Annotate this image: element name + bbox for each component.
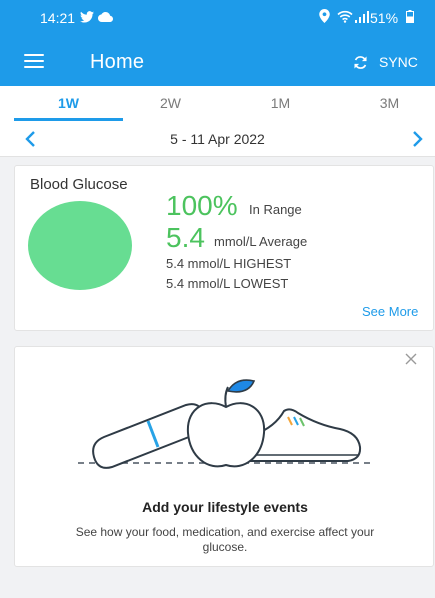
page-title: Home	[90, 51, 145, 73]
battery-level: 51%	[370, 10, 399, 26]
wifi-icon	[337, 10, 353, 23]
app-bar: 14:21 51% Home SYNC	[0, 0, 435, 86]
lifestyle-title: Add your lifestyle events	[142, 499, 308, 515]
card-title: Blood Glucose	[30, 176, 128, 193]
in-range-percent: 100%	[166, 190, 238, 221]
cloud-icon	[98, 12, 113, 22]
signal-icon	[355, 11, 369, 23]
date-range: 5 - 11 Apr 2022	[170, 131, 265, 147]
tab-1m[interactable]: 1M	[226, 86, 335, 121]
see-more-link[interactable]: See More	[362, 304, 418, 319]
in-range-label: In Range	[249, 202, 302, 217]
range-tabs: 1W 2W 1M 3M	[0, 86, 435, 121]
glucose-range-pie-chart	[28, 201, 132, 290]
blood-glucose-card[interactable]: Blood Glucose 100% In Range 5.4 mmol/L A…	[14, 165, 434, 331]
tab-2w[interactable]: 2W	[116, 86, 225, 121]
lowest-reading: 5.4 mmol/L LOWEST	[166, 276, 289, 291]
menu-icon[interactable]	[24, 54, 44, 68]
sync-label: SYNC	[379, 54, 418, 70]
location-icon	[319, 9, 330, 23]
close-icon[interactable]	[404, 352, 418, 366]
chevron-right-icon[interactable]	[412, 131, 424, 147]
battery-icon	[406, 10, 414, 23]
lifestyle-events-card[interactable]: Add your lifestyle events See how your f…	[14, 346, 434, 567]
sync-button[interactable]: SYNC	[352, 52, 418, 72]
highest-reading: 5.4 mmol/L HIGHEST	[166, 256, 292, 271]
date-navigator: 5 - 11 Apr 2022	[0, 121, 435, 157]
average-value: 5.4	[166, 222, 205, 253]
status-bar: 14:21 51%	[0, 0, 435, 34]
tab-1w[interactable]: 1W	[14, 86, 123, 121]
status-time: 14:21	[40, 10, 76, 26]
lifestyle-illustration	[78, 379, 372, 469]
sync-icon	[354, 55, 367, 69]
apple-icon	[186, 379, 266, 468]
lifestyle-description: See how your food, medication, and exerc…	[75, 525, 375, 554]
average-label: mmol/L Average	[214, 234, 308, 249]
twitter-icon	[80, 11, 94, 23]
tab-3m[interactable]: 3M	[335, 86, 435, 121]
